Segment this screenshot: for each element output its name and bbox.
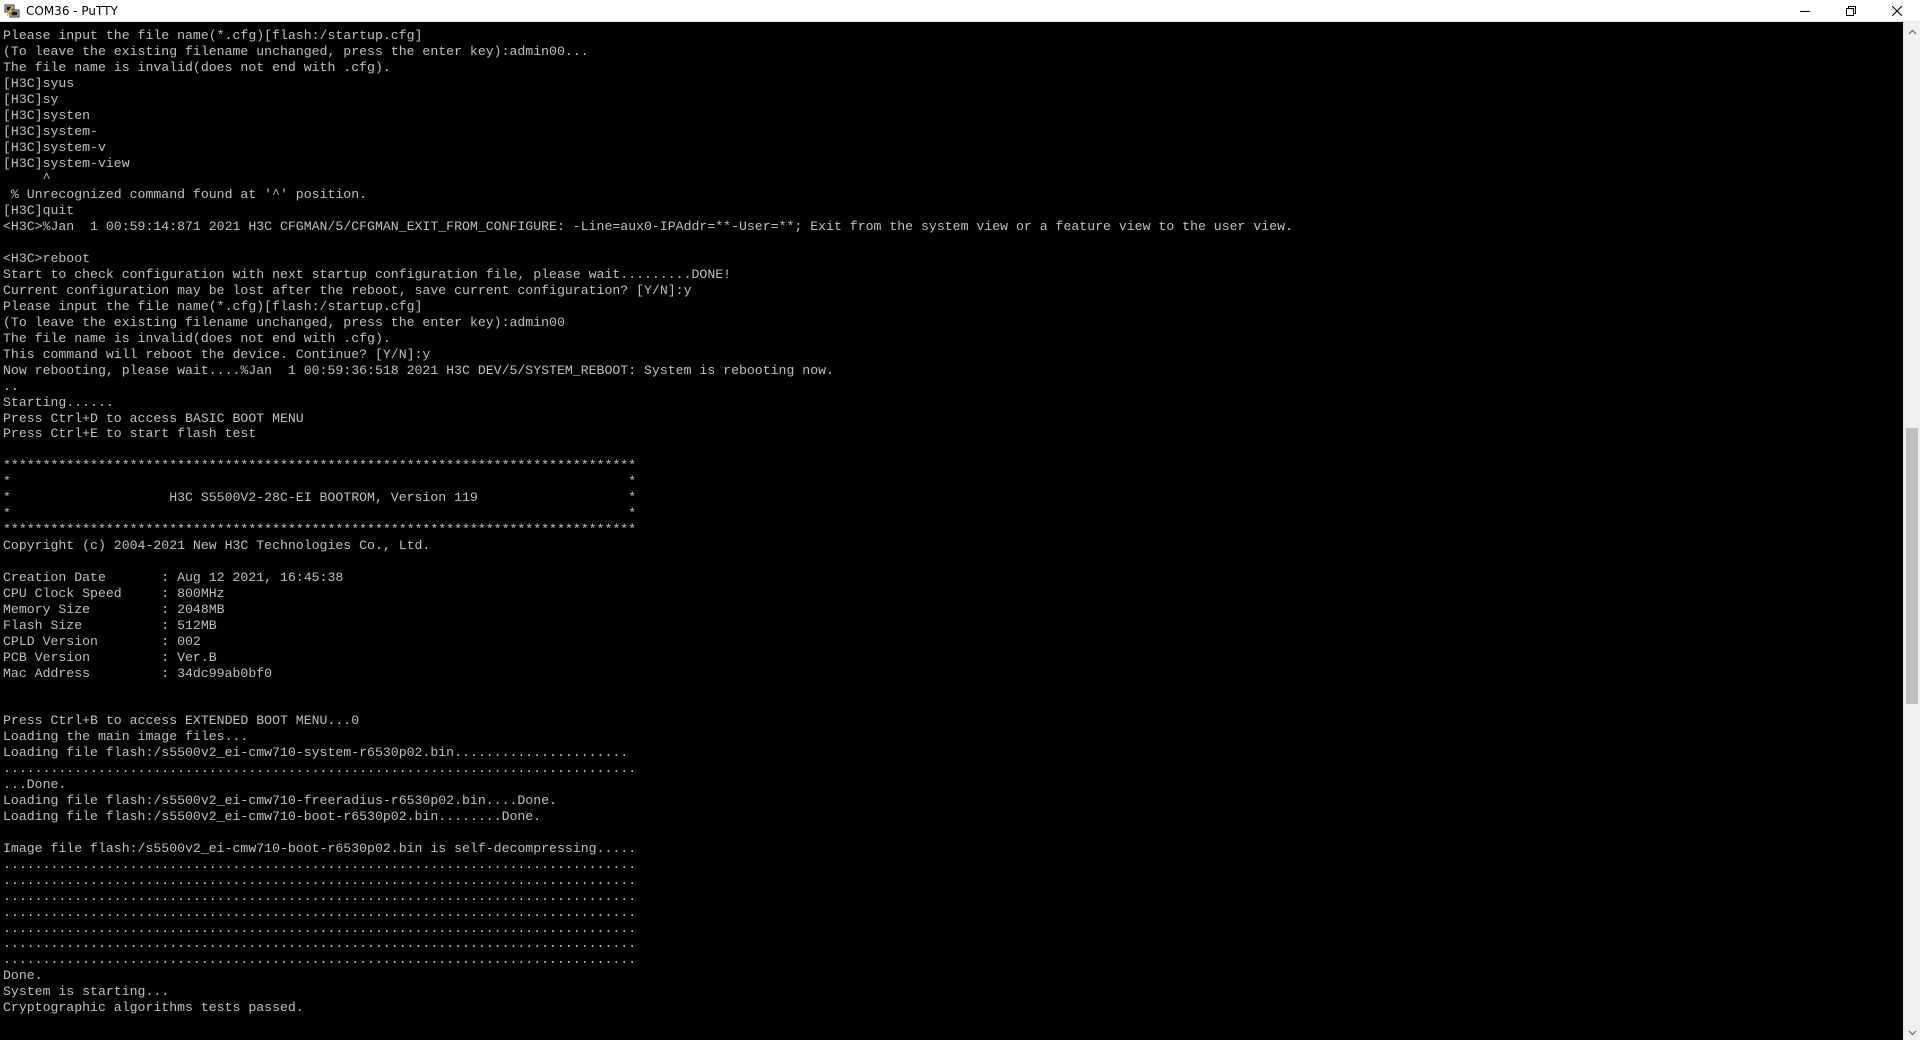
terminal-line: ........................................… <box>3 761 637 777</box>
putty-window: COM36 - PuTTY Please input the file name… <box>0 0 1920 1040</box>
terminal-line: <H3C>reboot <box>3 251 91 267</box>
scroll-up-button[interactable] <box>1904 22 1920 39</box>
terminal-line: Loading file flash:/s5500v2_ei-cmw710-sy… <box>3 745 629 761</box>
terminal-line: Loading file flash:/s5500v2_ei-cmw710-fr… <box>3 793 557 808</box>
terminal-line: Cryptographic algorithms tests passed. <box>3 1000 304 1016</box>
terminal-line: ^ <box>3 171 51 187</box>
scroll-down-button[interactable] <box>1904 1023 1920 1040</box>
window-controls <box>1782 0 1920 22</box>
terminal-line: ........................................… <box>3 888 637 904</box>
restore-icon <box>1846 5 1856 16</box>
terminal-line: Flash Size : 512MB <box>3 617 217 633</box>
terminal-line: [H3C]quit <box>3 203 75 219</box>
minimize-icon <box>1800 6 1810 16</box>
terminal-line: <H3C>%Jan 1 00:59:14:871 2021 H3C CFGMAN… <box>3 219 1293 235</box>
terminal-line: ****************************************… <box>3 458 637 474</box>
terminal-line: * * <box>3 506 637 522</box>
window-title: COM36 - PuTTY <box>26 3 118 18</box>
terminal-line: Press Ctrl+E to start flash test <box>3 426 257 442</box>
terminal-line: The file name is invalid(does not end wi… <box>3 59 391 75</box>
terminal-line: ****************************************… <box>3 522 637 538</box>
terminal-line: Starting...... <box>3 394 114 410</box>
terminal-line: Mac Address : 34dc99ab0bf0 <box>3 665 273 681</box>
terminal-line: Image file flash:/s5500v2_ei-cmw710-boot… <box>3 840 637 856</box>
terminal-line: * H3C S5500V2-28C-EI BOOTROM, Version 11… <box>3 490 637 506</box>
terminal-line: % Unrecognized command found at '^' posi… <box>3 187 368 203</box>
terminal-line: ........................................… <box>3 856 637 872</box>
minimize-button[interactable] <box>1782 0 1828 22</box>
terminal-line: ........................................… <box>3 952 637 968</box>
restore-button[interactable] <box>1828 0 1874 22</box>
terminal-line: Press Ctrl+D to access BASIC BOOT MENU <box>3 410 304 426</box>
terminal-line: [H3C]syus <box>3 75 75 91</box>
scroll-track[interactable] <box>1904 39 1920 1023</box>
terminal-line: Loading the main image files... <box>3 729 249 745</box>
terminal-line: System is starting... <box>3 984 170 1000</box>
terminal-line: Done. <box>3 968 43 984</box>
terminal-line: (To leave the existing filename unchange… <box>3 314 565 330</box>
terminal-line: [H3C]systen <box>3 107 91 123</box>
chevron-down-icon <box>1908 1023 1917 1040</box>
terminal-line: ........................................… <box>3 872 637 888</box>
terminal-line: .. <box>3 378 19 394</box>
terminal-line: [H3C]sy <box>3 91 59 107</box>
terminal-line: Current configuration may be lost after … <box>3 283 692 298</box>
title-bar[interactable]: COM36 - PuTTY <box>0 0 1920 22</box>
terminal-line: Creation Date : Aug 12 2021, 16:45:38 <box>3 569 344 585</box>
terminal-line: Now rebooting, please wait....%Jan 1 00:… <box>3 362 834 378</box>
terminal-line: Please input the file name(*.cfg)[flash:… <box>3 298 423 314</box>
terminal-line: (To leave the existing filename unchange… <box>3 43 589 59</box>
terminal-line: ........................................… <box>3 936 637 952</box>
terminal-line: CPLD Version : 002 <box>3 633 201 649</box>
terminal-line: ........................................… <box>3 920 637 936</box>
terminal-line: Copyright (c) 2004-2021 New H3C Technolo… <box>3 538 431 553</box>
close-icon <box>1892 5 1902 16</box>
terminal-line: Loading file flash:/s5500v2_ei-cmw710-bo… <box>3 808 542 824</box>
terminal-line: [H3C]system-v <box>3 139 106 155</box>
terminal-area[interactable]: Please input the file name(*.cfg)[flash:… <box>0 22 1903 1040</box>
vertical-scrollbar[interactable] <box>1903 22 1920 1040</box>
close-button[interactable] <box>1874 0 1920 22</box>
scroll-thumb[interactable] <box>1906 428 1918 704</box>
terminal-line: [H3C]system-view <box>3 155 130 171</box>
terminal-line: This command will reboot the device. Con… <box>3 346 431 362</box>
terminal-line: Press Ctrl+B to access EXTENDED BOOT MEN… <box>3 713 360 729</box>
chevron-up-icon <box>1908 22 1917 40</box>
terminal-line: * * <box>3 474 637 490</box>
terminal-line: The file name is invalid(does not end wi… <box>3 330 391 346</box>
terminal-line: ...Done. <box>3 777 67 793</box>
terminal-line: ........................................… <box>3 904 637 920</box>
terminal-line: PCB Version : Ver.B <box>3 649 217 665</box>
terminal-output: Please input the file name(*.cfg)[flash:… <box>0 22 1903 1016</box>
terminal-line: Start to check configuration with next s… <box>3 267 732 283</box>
terminal-line: CPU Clock Speed : 800MHz <box>3 585 225 601</box>
terminal-line: [H3C]system- <box>3 123 98 139</box>
terminal-line: Please input the file name(*.cfg)[flash:… <box>3 28 423 43</box>
terminal-line: Memory Size : 2048MB <box>3 601 225 617</box>
putty-app-icon[interactable] <box>4 3 20 19</box>
